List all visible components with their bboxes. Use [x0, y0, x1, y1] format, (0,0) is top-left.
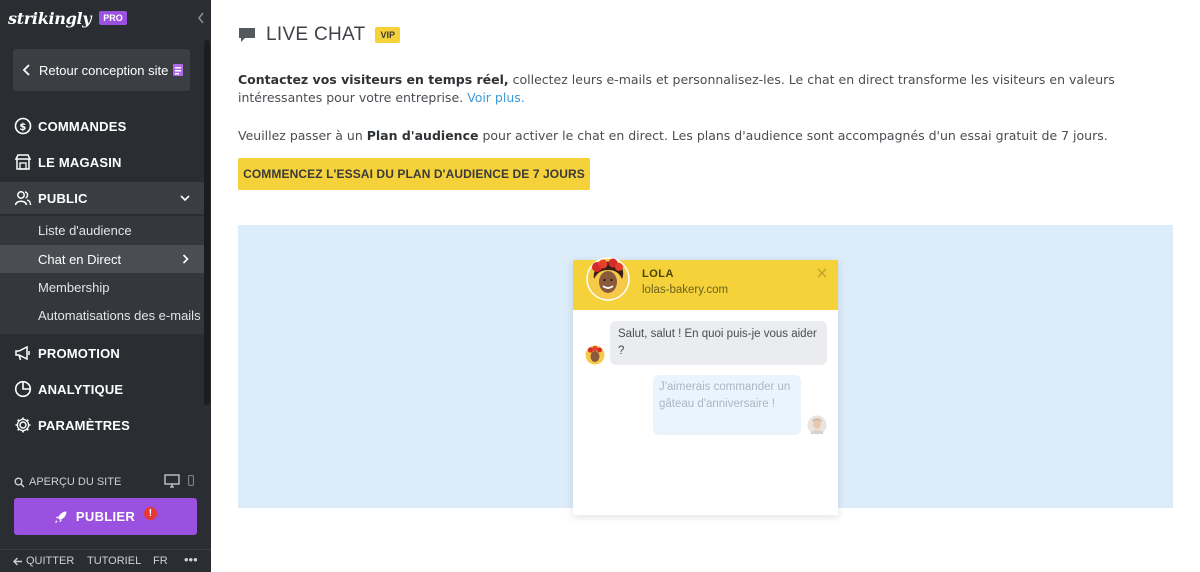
sub-item-email-automations[interactable]: Automatisations des e-mails	[0, 301, 204, 329]
sidebar: strikingly PRO Retour conception site $ …	[0, 0, 211, 572]
nav-magasin[interactable]: LE MAGASIN	[0, 146, 204, 178]
chevron-down-icon	[180, 195, 190, 202]
users-icon	[14, 191, 32, 206]
desktop-icon[interactable]	[164, 474, 180, 488]
start-trial-button[interactable]: COMMENCEZ L'ESSAI DU PLAN D'AUDIENCE DE …	[238, 158, 590, 190]
svg-text:$: $	[19, 122, 26, 133]
quit-link[interactable]: QUITTER	[13, 555, 74, 567]
close-icon[interactable]	[817, 268, 827, 278]
dollar-circle-icon: $	[14, 117, 32, 135]
main-panel: LIVE CHAT VIP Contactez vos visiteurs en…	[211, 0, 1200, 572]
nav-promotion-label: PROMOTION	[38, 345, 120, 361]
nav-parametres[interactable]: PARAMÈTRES	[0, 409, 204, 441]
more-menu-button[interactable]: •••	[184, 552, 198, 567]
publish-label: PUBLIER	[75, 509, 136, 524]
read-more-link[interactable]: Voir plus.	[467, 90, 525, 105]
intro-paragraph: Contactez vos visiteurs en temps réel, c…	[238, 71, 1178, 107]
store-icon	[14, 154, 32, 170]
tutorial-link[interactable]: TUTORIEL	[87, 555, 141, 567]
visitor-avatar-small	[807, 415, 827, 435]
language-selector[interactable]: FR	[153, 555, 168, 567]
nav-parametres-label: PARAMÈTRES	[38, 417, 131, 433]
warning-badge: !	[144, 507, 158, 520]
nav-analytique[interactable]: ANALYTIQUE	[0, 373, 204, 405]
visitor-message-bubble: J'aimerais commander un gâteau d'anniver…	[653, 375, 801, 435]
vip-badge: VIP	[375, 27, 400, 43]
back-to-design-button[interactable]: Retour conception site	[13, 49, 190, 91]
nav-commandes-label: COMMANDES	[38, 118, 127, 134]
agent-avatar-small	[585, 345, 605, 365]
gear-icon	[15, 417, 31, 433]
chevron-left-icon[interactable]	[196, 10, 206, 26]
agent-name: LOLA	[642, 268, 674, 280]
agent-message-bubble: Salut, salut ! En quoi puis-je vous aide…	[610, 321, 827, 365]
sub-item-audience-list[interactable]: Liste d'audience	[0, 216, 204, 244]
nav-magasin-label: LE MAGASIN	[38, 154, 122, 170]
nav-public-label: PUBLIC	[38, 190, 88, 206]
public-submenu: Liste d'audience Chat en Direct Membersh…	[0, 216, 204, 334]
agent-avatar	[586, 257, 630, 301]
brand: strikingly PRO	[8, 7, 127, 29]
arrow-left-icon	[13, 557, 22, 565]
sub-item-live-chat[interactable]: Chat en Direct	[0, 245, 204, 273]
intro-bold: Contactez vos visiteurs en temps réel,	[238, 72, 509, 87]
audience-plan-label: Plan d'audience	[366, 128, 479, 143]
mobile-icon[interactable]	[188, 475, 194, 486]
chat-widget-header: LOLA lolas-bakery.com	[573, 257, 838, 310]
page-header: LIVE CHAT VIP	[238, 24, 400, 46]
publish-button[interactable]: PUBLIER !	[14, 498, 197, 535]
chevron-left-icon	[22, 64, 30, 76]
upgrade-notice: Veuillez passer à un Plan d'audience pou…	[238, 128, 1108, 143]
sub-item-membership[interactable]: Membership	[0, 273, 204, 301]
nav-promotion[interactable]: PROMOTION	[0, 337, 204, 369]
site-preview-label: APERÇU DU SITE	[29, 476, 122, 488]
chat-widget: LOLA lolas-bakery.com Salut, salut ! En …	[573, 257, 838, 515]
page-title: LIVE CHAT	[266, 24, 366, 45]
sidebar-footer: QUITTER TUTORIEL FR •••	[0, 549, 211, 572]
chat-bubble-icon	[239, 28, 255, 42]
rocket-icon	[54, 511, 67, 523]
chevron-right-icon	[182, 254, 189, 264]
nav-analytique-label: ANALYTIQUE	[38, 381, 124, 397]
pie-chart-icon	[14, 380, 32, 398]
logo[interactable]: strikingly	[8, 9, 92, 28]
search-icon	[14, 477, 25, 488]
nav-public[interactable]: PUBLIC	[0, 182, 204, 214]
megaphone-icon	[15, 345, 30, 361]
nav-commandes[interactable]: $ COMMANDES	[0, 110, 204, 142]
page-icon	[173, 64, 184, 76]
sidebar-scrollbar[interactable]	[204, 40, 210, 405]
back-to-design-label: Retour conception site	[39, 62, 169, 78]
chat-preview-area: LOLA lolas-bakery.com Salut, salut ! En …	[238, 225, 1173, 515]
agent-site: lolas-bakery.com	[642, 284, 729, 296]
pro-badge: PRO	[99, 11, 127, 25]
